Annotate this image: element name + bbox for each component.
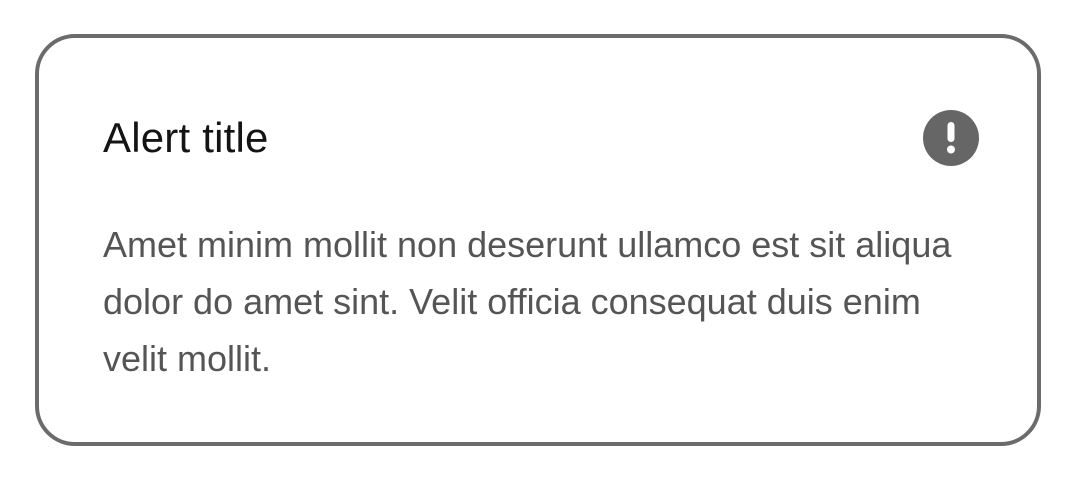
exclamation-circle-icon: [923, 110, 979, 166]
alert-card: Alert title Amet minim mollit non deseru…: [35, 34, 1041, 446]
alert-header: Alert title: [103, 108, 979, 168]
alert-title: Alert title: [103, 114, 269, 161]
alert-message: Amet minim mollit non deserunt ullamco e…: [103, 224, 952, 379]
